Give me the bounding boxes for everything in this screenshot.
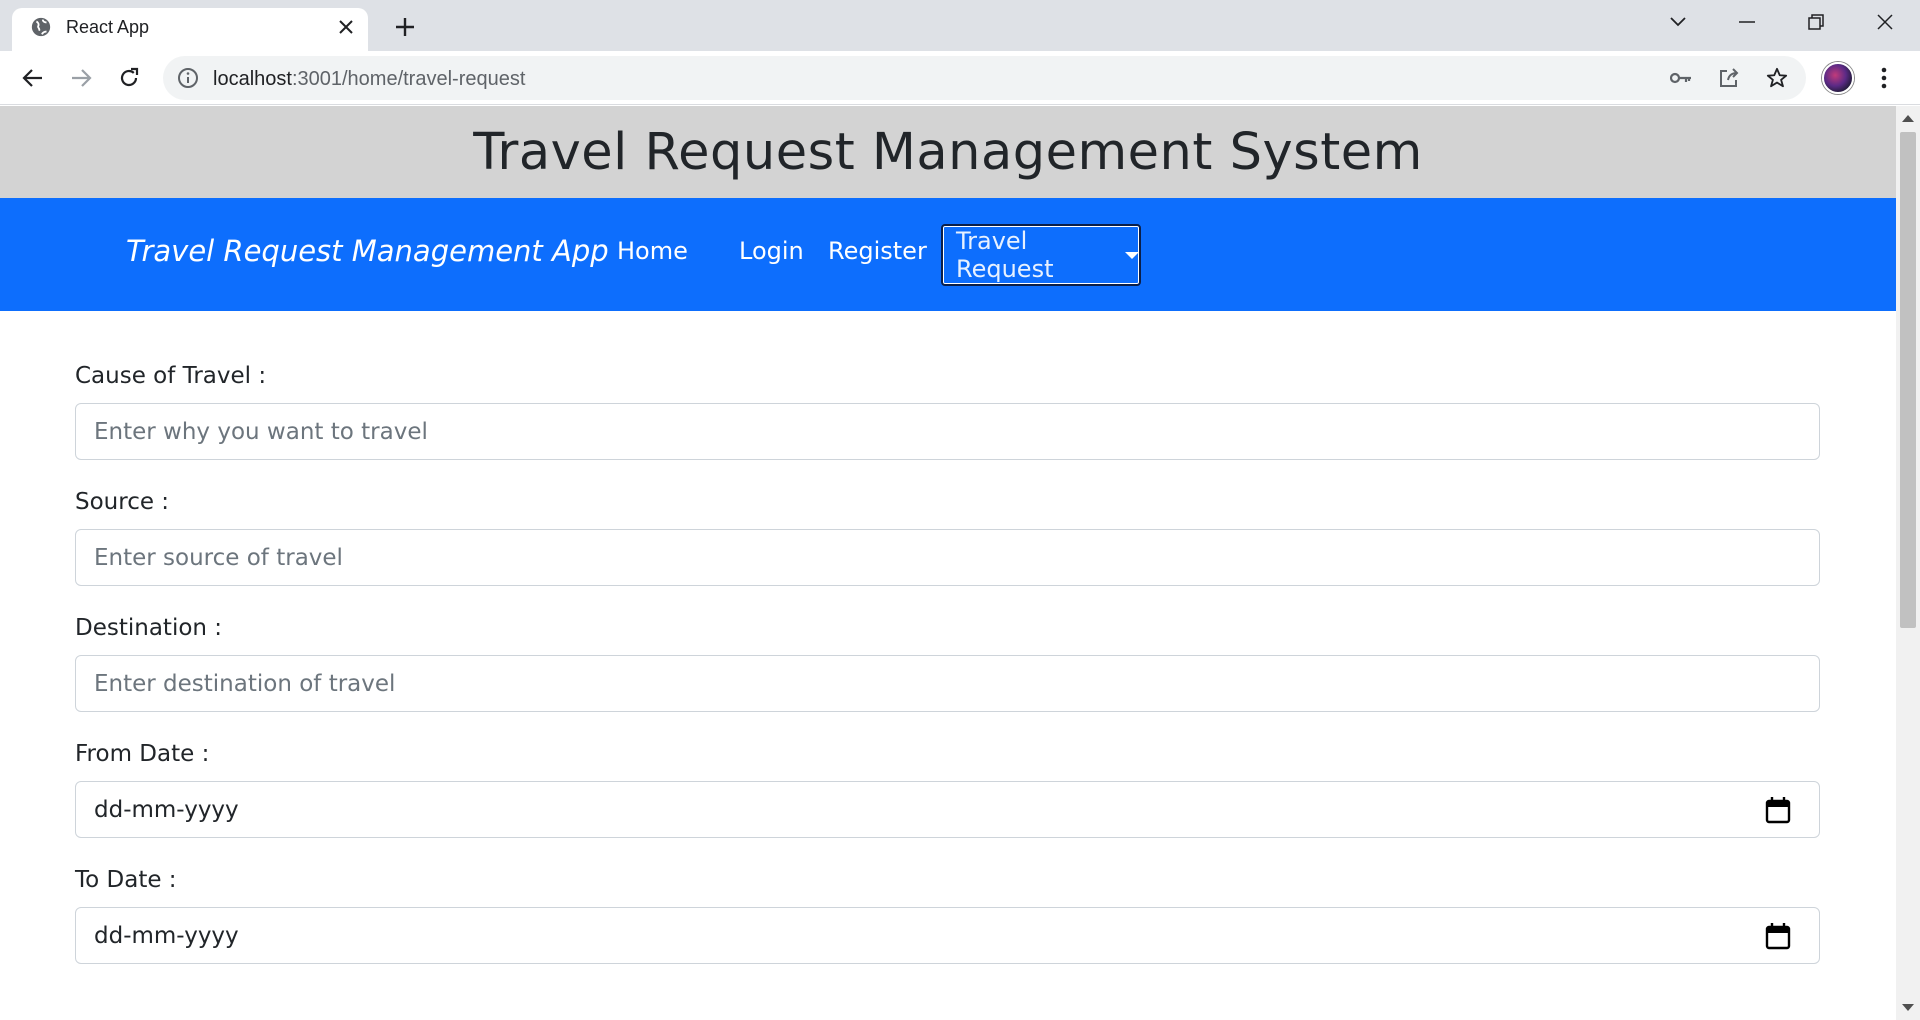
cause-label: Cause of Travel : — [75, 363, 267, 389]
address-bar[interactable]: localhost:3001/home/travel-request — [163, 56, 1806, 100]
source-label: Source : — [75, 489, 170, 515]
from-date-value: dd-mm-yyyy — [94, 797, 239, 823]
profile-avatar[interactable] — [1822, 62, 1854, 94]
nav-link-register[interactable]: Register — [828, 237, 927, 265]
scroll-down-icon[interactable] — [1902, 1002, 1914, 1014]
to-date-input[interactable]: dd-mm-yyyy — [75, 907, 1820, 964]
to-date-label: To Date : — [75, 867, 177, 893]
calendar-icon[interactable] — [1765, 796, 1791, 824]
url-path: :3001/home/travel-request — [291, 68, 526, 90]
destination-input[interactable]: Enter destination of travel — [75, 655, 1820, 712]
cause-field: Cause of Travel : Enter why you want to … — [75, 356, 1820, 460]
source-placeholder: Enter source of travel — [94, 545, 343, 571]
travel-request-form: Cause of Travel : Enter why you want to … — [75, 356, 1820, 986]
close-window-icon[interactable] — [1867, 8, 1903, 36]
tab-search-icon[interactable] — [1660, 8, 1696, 36]
nav-link-home[interactable]: Home — [617, 237, 688, 265]
from-date-input[interactable]: dd-mm-yyyy — [75, 781, 1820, 838]
bookmark-star-icon[interactable] — [1765, 66, 1789, 90]
nav-link-login[interactable]: Login — [739, 237, 804, 265]
tab-title: React App — [66, 17, 150, 37]
destination-placeholder: Enter destination of travel — [94, 671, 396, 697]
close-tab-icon[interactable] — [334, 15, 358, 39]
from-date-label: From Date : — [75, 741, 210, 767]
page-scrollbar[interactable] — [1896, 106, 1920, 1020]
page-viewport: Travel Request Management System Travel … — [0, 106, 1896, 1020]
calendar-icon[interactable] — [1765, 922, 1791, 950]
destination-label: Destination : — [75, 615, 223, 641]
restore-icon[interactable] — [1798, 8, 1834, 36]
minimize-icon[interactable] — [1729, 8, 1765, 36]
to-date-value: dd-mm-yyyy — [94, 923, 239, 949]
browser-tabstrip: React App — [0, 0, 1920, 51]
cause-placeholder: Enter why you want to travel — [94, 419, 428, 445]
reload-icon[interactable] — [114, 63, 144, 93]
from-date-field: From Date : dd-mm-yyyy — [75, 734, 1820, 838]
destination-field: Destination : Enter destination of trave… — [75, 608, 1820, 712]
key-icon[interactable] — [1669, 66, 1693, 90]
source-field: Source : Enter source of travel — [75, 482, 1820, 586]
globe-icon — [31, 17, 51, 37]
site-info-icon[interactable] — [177, 67, 199, 89]
browser-toolbar: localhost:3001/home/travel-request — [0, 51, 1920, 105]
page-title: Travel Request Management System — [473, 122, 1423, 182]
back-icon[interactable] — [18, 63, 48, 93]
scroll-thumb[interactable] — [1900, 132, 1916, 628]
source-input[interactable]: Enter source of travel — [75, 529, 1820, 586]
scroll-up-icon[interactable] — [1902, 112, 1914, 124]
dropdown-label: Travel Request — [956, 227, 1054, 283]
forward-icon[interactable] — [66, 63, 96, 93]
navbar-brand[interactable]: Travel Request Management App — [126, 234, 609, 268]
share-icon[interactable] — [1717, 66, 1741, 90]
url-host: localhost — [213, 68, 292, 90]
travel-request-dropdown[interactable]: Travel Request — [941, 224, 1141, 286]
browser-tab[interactable]: React App — [12, 8, 368, 51]
to-date-field: To Date : dd-mm-yyyy — [75, 860, 1820, 964]
cause-input[interactable]: Enter why you want to travel — [75, 403, 1820, 460]
new-tab-icon[interactable] — [390, 12, 420, 42]
browser-menu-icon[interactable] — [1872, 64, 1896, 92]
url-text: localhost:3001/home/travel-request — [213, 68, 525, 91]
caret-down-icon — [1125, 251, 1139, 259]
site-header: Travel Request Management System — [0, 106, 1896, 198]
app-navbar: Travel Request Management App Home Login… — [0, 198, 1896, 311]
